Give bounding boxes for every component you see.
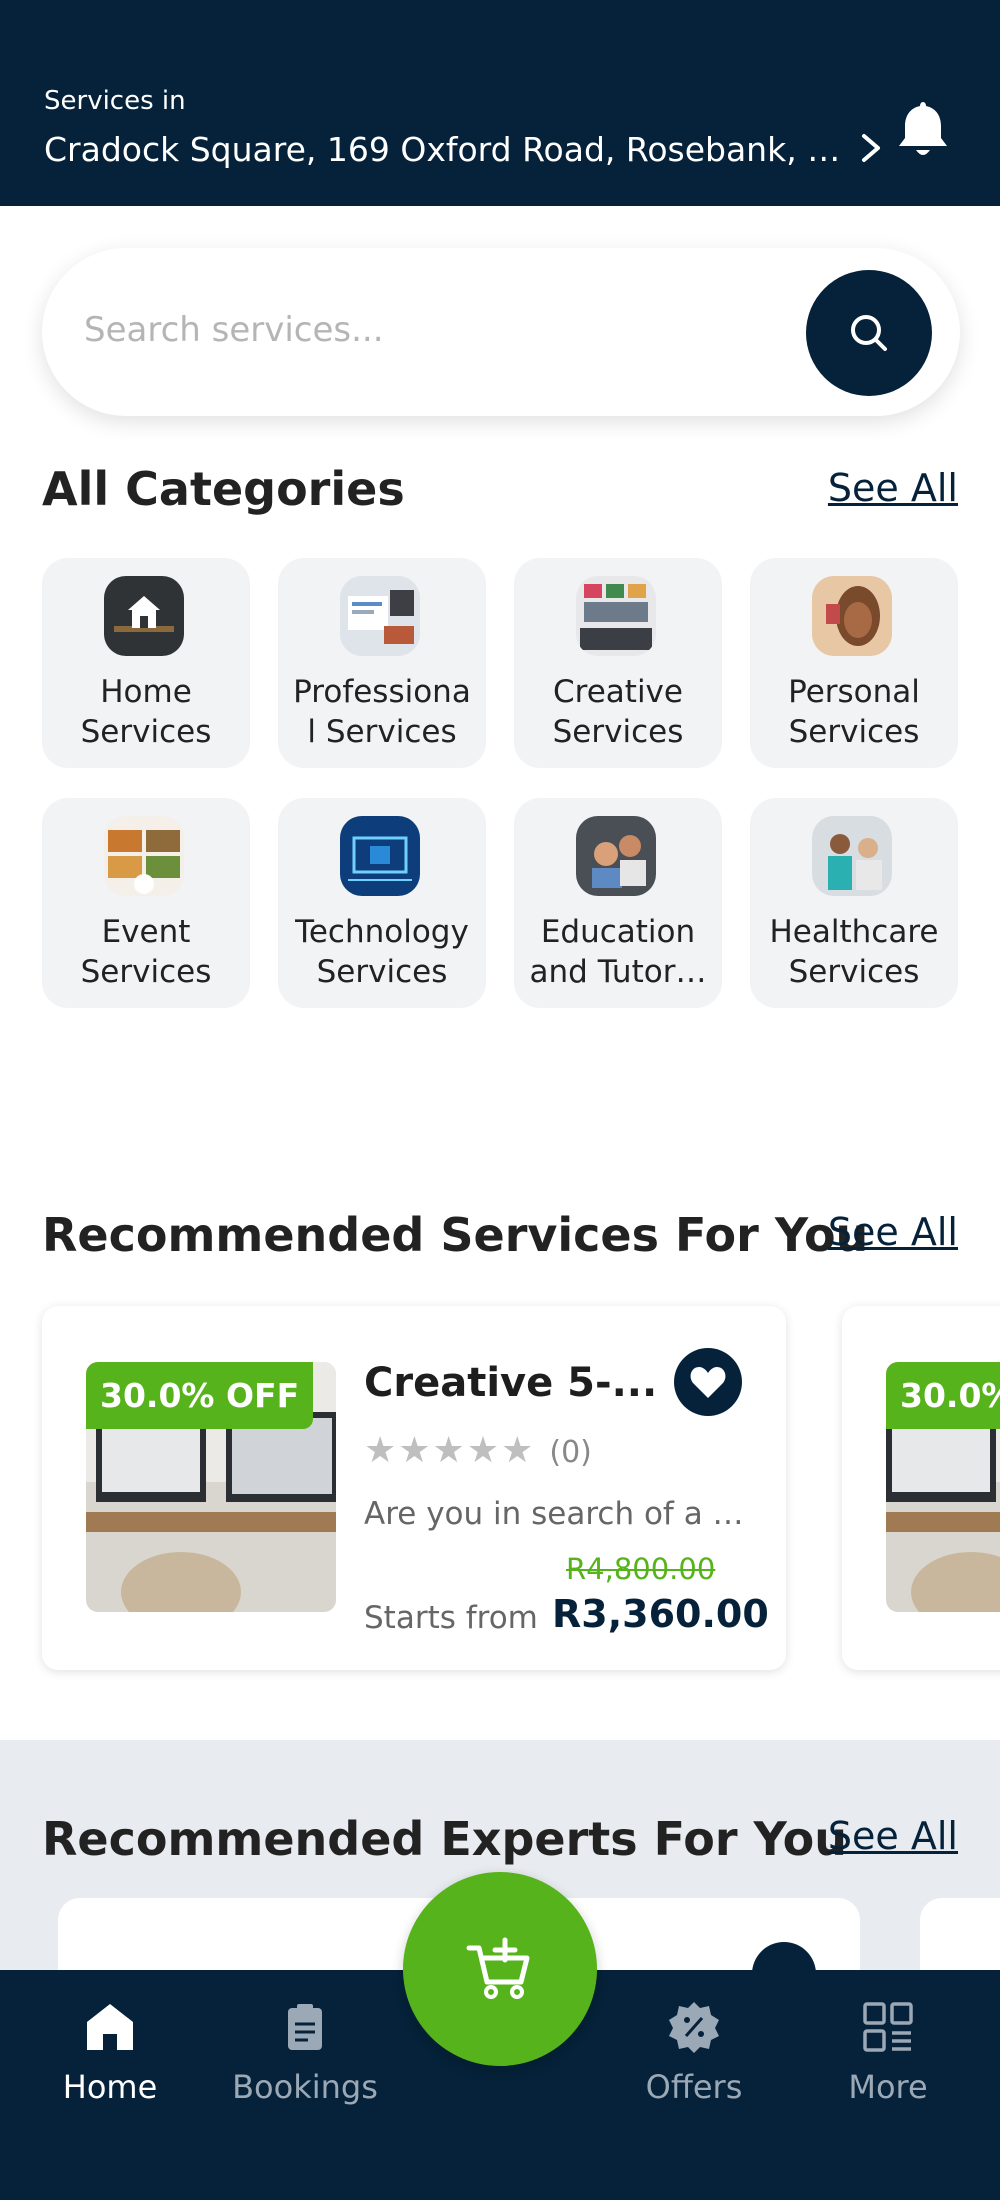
cart-fab-button[interactable] bbox=[403, 1872, 597, 2066]
category-education-services[interactable]: Education and Tutor… bbox=[514, 798, 722, 1008]
service-image: 30.0% OFF bbox=[886, 1362, 1000, 1612]
nav-more[interactable]: More bbox=[798, 2000, 978, 2106]
technology-services-image bbox=[340, 816, 420, 896]
category-label: Creative Services bbox=[552, 674, 684, 750]
event-services-image bbox=[104, 816, 184, 896]
nav-home[interactable]: Home bbox=[20, 2000, 200, 2106]
location-label: Services in bbox=[44, 86, 186, 116]
services-title: Recommended Services For You bbox=[42, 1208, 869, 1262]
search-bar[interactable]: Search services... bbox=[42, 248, 960, 416]
category-creative-services[interactable]: Creative Services bbox=[514, 558, 722, 768]
starts-from-label: Starts from bbox=[364, 1600, 538, 1636]
experts-title: Recommended Experts For You bbox=[42, 1812, 847, 1866]
professional-services-image bbox=[340, 576, 420, 656]
service-card[interactable]: 30.0% OFF Creative 5-... ★★★★★ (0) Are yo… bbox=[42, 1306, 786, 1670]
rating-stars: ★★★★★ (0) bbox=[364, 1430, 592, 1471]
service-image: 30.0% OFF bbox=[86, 1362, 336, 1612]
favorite-button[interactable] bbox=[674, 1348, 742, 1416]
category-label: Technology Services bbox=[295, 914, 469, 990]
clipboard-icon bbox=[288, 2004, 322, 2050]
category-technology-services[interactable]: Technology Services bbox=[278, 798, 486, 1008]
services-see-all-link[interactable]: See All bbox=[828, 1210, 958, 1254]
category-label: Professiona l Services bbox=[293, 674, 471, 750]
heart-icon bbox=[690, 1367, 726, 1398]
search-icon bbox=[851, 315, 887, 351]
category-label: Home Services bbox=[80, 674, 212, 750]
category-healthcare-services[interactable]: Healthcare Services bbox=[750, 798, 958, 1008]
categories-title: All Categories bbox=[42, 462, 405, 516]
healthcare-services-image bbox=[812, 816, 892, 896]
experts-see-all-link[interactable]: See All bbox=[828, 1814, 958, 1858]
app-header: Services in Cradock Square, 169 Oxford R… bbox=[0, 0, 1000, 206]
discount-badge: 30.0% OFF bbox=[86, 1362, 314, 1429]
search-button[interactable] bbox=[806, 270, 932, 396]
grid-menu-icon bbox=[863, 2002, 913, 2052]
category-home-services[interactable]: Home Services bbox=[42, 558, 250, 768]
personal-services-image bbox=[812, 576, 892, 656]
category-label: Healthcare Services bbox=[769, 914, 939, 990]
nav-offers[interactable]: Offers bbox=[604, 2000, 784, 2106]
nav-bookings[interactable]: Bookings bbox=[215, 2000, 395, 2106]
creative-services-image bbox=[576, 576, 656, 656]
categories-see-all-link[interactable]: See All bbox=[828, 466, 958, 510]
service-title: Creative 5-... bbox=[364, 1360, 658, 1406]
home-icon bbox=[87, 2004, 133, 2050]
education-services-image bbox=[576, 816, 656, 896]
categories-grid: Home Services Professiona l Services Creat… bbox=[42, 558, 960, 1008]
category-personal-services[interactable]: Personal Services bbox=[750, 558, 958, 768]
cart-add-icon bbox=[466, 1937, 530, 1999]
chevron-right-icon[interactable] bbox=[856, 128, 886, 168]
category-label: Education and Tutor… bbox=[529, 914, 707, 990]
bell-icon[interactable] bbox=[896, 98, 950, 160]
home-services-image bbox=[104, 576, 184, 656]
service-card[interactable]: 30.0% OFF bbox=[842, 1306, 1000, 1670]
category-professional-services[interactable]: Professiona l Services bbox=[278, 558, 486, 768]
discount-badge: 30.0% OFF bbox=[886, 1362, 1000, 1429]
location-address[interactable]: Cradock Square, 169 Oxford Road, Roseban… bbox=[44, 130, 844, 169]
service-price: R3,360.00 bbox=[552, 1592, 769, 1636]
service-description: Are you in search of a … bbox=[364, 1496, 744, 1532]
original-price: R4,800.00 bbox=[566, 1552, 716, 1586]
category-event-services[interactable]: Event Services bbox=[42, 798, 250, 1008]
category-label: Event Services bbox=[80, 914, 212, 990]
category-label: Personal Services bbox=[788, 674, 920, 750]
search-input[interactable]: Search services... bbox=[84, 310, 384, 350]
rating-count: (0) bbox=[549, 1435, 592, 1470]
discount-badge-icon bbox=[669, 2002, 719, 2053]
